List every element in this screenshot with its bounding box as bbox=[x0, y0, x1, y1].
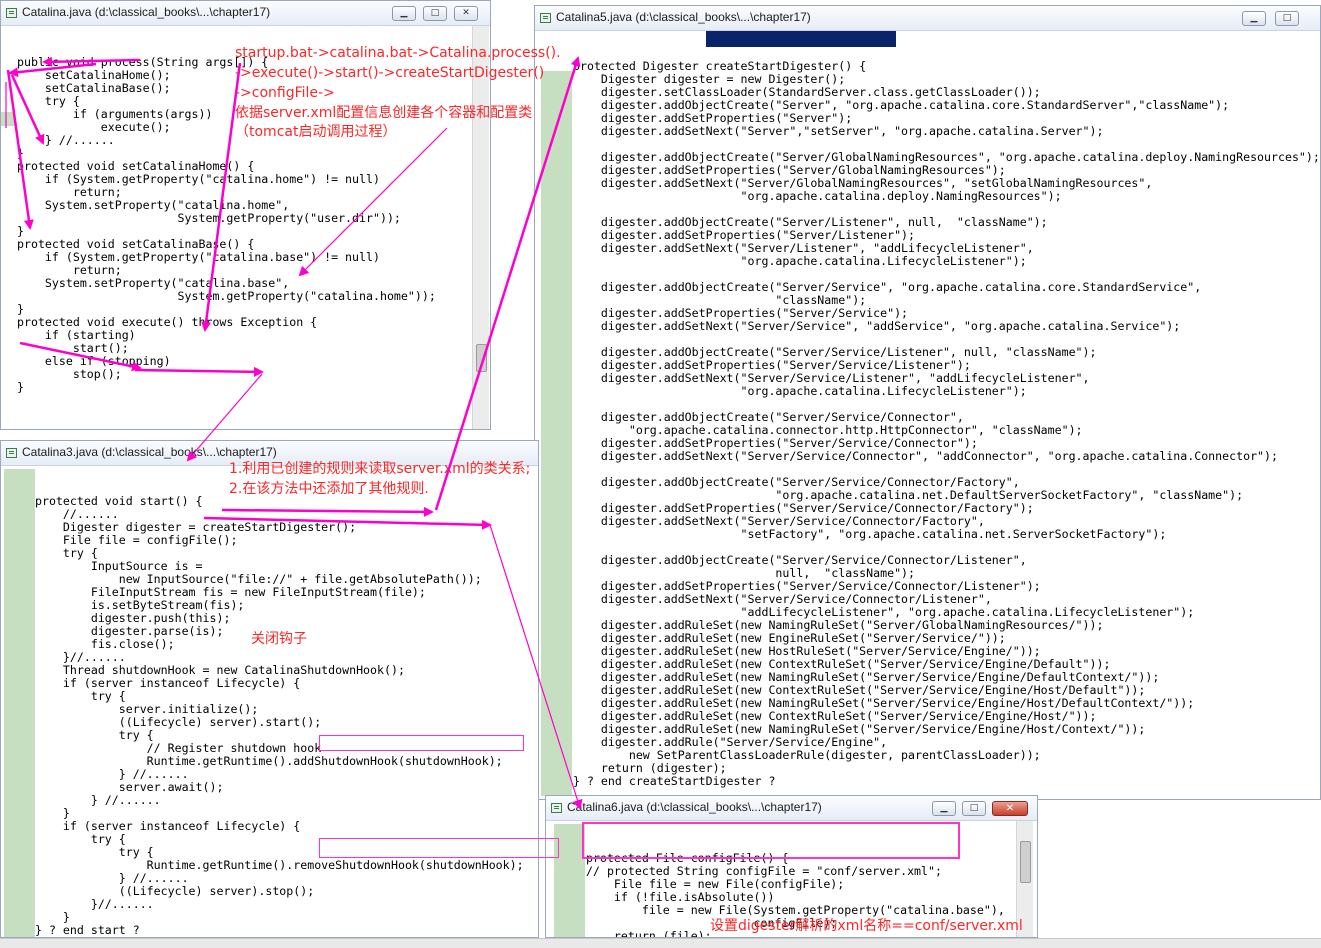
editor-window-catalina3[interactable]: Catalina3.java (d:\classical_books\...\c… bbox=[0, 440, 539, 938]
code-line[interactable]: digester.addSetNext("Server/Service", "a… bbox=[573, 320, 1320, 333]
code-line[interactable]: "setFactory", "org.apache.catalina.net.S… bbox=[573, 528, 1320, 541]
code-line[interactable]: digester.addSetNext("Server/Service/Conn… bbox=[573, 450, 1320, 463]
code-line[interactable]: } bbox=[17, 381, 436, 394]
window-titlebar[interactable]: Catalina5.java (d:\classical_books\...\c… bbox=[535, 6, 1320, 31]
java-file-icon bbox=[6, 8, 17, 18]
annotation-shutdown-hook: 关闭钩子 bbox=[251, 631, 307, 647]
annotation-digester-xml-name: 设置digester解析的xml名称==conf/server.xml bbox=[710, 918, 1023, 934]
config-file-highlight-box bbox=[582, 822, 960, 859]
code-line[interactable]: }//...... bbox=[35, 898, 524, 911]
window-titlebar[interactable]: Catalina6.java (d:\classical_books\...\c… bbox=[546, 796, 1037, 821]
code-line[interactable]: File file = configFile(); bbox=[35, 534, 524, 547]
window-title: Catalina6.java (d:\classical_books\...\c… bbox=[567, 800, 822, 814]
code-line[interactable]: } //...... bbox=[35, 794, 524, 807]
code-line[interactable]: System.getProperty("user.dir")); bbox=[17, 212, 436, 225]
java-file-icon bbox=[6, 448, 17, 458]
annotation-call-chain-2: ->execute()->start()->createStartDigeste… bbox=[235, 65, 545, 81]
maximize-button[interactable]: □ bbox=[423, 6, 447, 21]
editor-window-catalina5[interactable]: Catalina5.java (d:\classical_books\...\c… bbox=[534, 5, 1321, 800]
close-button[interactable]: ✕ bbox=[992, 801, 1028, 816]
code-area[interactable]: protected void start() { //...... Digest… bbox=[35, 469, 524, 937]
add-shutdown-hook-box bbox=[319, 735, 524, 751]
code-line[interactable]: "org.apache.catalina.LifecycleListener")… bbox=[573, 385, 1320, 398]
code-area[interactable]: public void process(String args[]) { set… bbox=[17, 30, 436, 420]
code-line[interactable]: "org.apache.catalina.deploy.NamingResour… bbox=[573, 190, 1320, 203]
code-line[interactable]: } ? end start ? bbox=[35, 924, 524, 937]
code-line[interactable]: digester.addSetNext("Server","setServer"… bbox=[573, 125, 1320, 138]
annotation-call-chain-1: startup.bat->catalina.bat->Catalina.proc… bbox=[235, 45, 561, 61]
java-file-icon bbox=[540, 13, 551, 23]
window-title: Catalina3.java (d:\classical_books\...\c… bbox=[22, 445, 277, 459]
annotation-other-rules: 2.在该方法中还添加了其他规则. bbox=[229, 481, 429, 497]
code-line[interactable]: "org.apache.catalina.LifecycleListener")… bbox=[573, 255, 1320, 268]
java-file-icon bbox=[551, 803, 562, 813]
minimize-button[interactable]: ▁ bbox=[1242, 11, 1266, 26]
code-line[interactable]: stop(); bbox=[17, 368, 436, 381]
minimize-button[interactable]: ▁ bbox=[392, 6, 416, 21]
window-title: Catalina.java (d:\classical_books\...\ch… bbox=[22, 5, 271, 19]
minimize-button[interactable]: ▁ bbox=[932, 801, 956, 816]
close-button[interactable]: ✕ bbox=[454, 6, 478, 21]
remove-shutdown-hook-box bbox=[319, 838, 559, 858]
vertical-scrollbar[interactable] bbox=[472, 26, 489, 429]
window-title: Catalina5.java (d:\classical_books\...\c… bbox=[556, 10, 811, 24]
annotation-read-server-xml: 1.利用已创建的规则来读取server.xml的类关系; bbox=[229, 461, 531, 477]
annotation-call-chain-3: ->configFile-> bbox=[235, 85, 335, 101]
code-line[interactable]: System.getProperty("catalina.home")); bbox=[17, 290, 436, 303]
maximize-button[interactable]: □ bbox=[962, 801, 986, 816]
code-line[interactable]: } ? end createStartDigester ? bbox=[573, 775, 1320, 788]
annotation-create-containers: 依据server.xml配置信息创建各个容器和配置类 bbox=[235, 105, 533, 121]
annotation-startup-process: （tomcat启动调用过程） bbox=[235, 124, 397, 140]
code-area[interactable]: protected Digester createStartDigester()… bbox=[573, 34, 1320, 799]
maximize-button[interactable]: □ bbox=[1275, 11, 1299, 26]
window-titlebar[interactable]: Catalina.java (d:\classical_books\...\ch… bbox=[1, 1, 490, 26]
